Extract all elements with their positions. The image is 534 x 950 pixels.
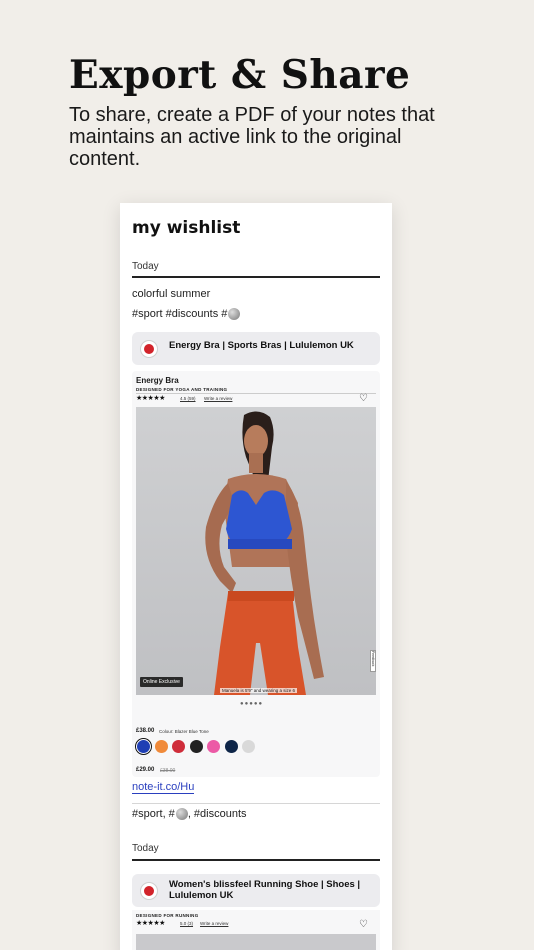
model-caption: Manuela is 5'9" and wearing a size 6	[220, 688, 297, 693]
product-tagline: DESIGNED FOR RUNNING	[136, 913, 199, 918]
hero-subtitle: To share, create a PDF of your notes tha…	[69, 104, 435, 170]
link-card[interactable]: Energy Bra | Sports Bras | Lululemon UK	[132, 332, 380, 365]
web-preview[interactable]: DESIGNED FOR RUNNING ★★★★★ 5.0 (3) Write…	[132, 910, 380, 950]
lululemon-logo-icon	[140, 340, 158, 358]
swatch-pink[interactable]	[207, 740, 220, 753]
note-text-line[interactable]: colorful summer	[132, 288, 210, 300]
product-name: Energy Bra	[136, 376, 179, 385]
date-header: Today	[132, 261, 159, 272]
date-divider	[132, 276, 380, 278]
separator	[132, 803, 380, 804]
hero-title: Export & Share	[69, 52, 411, 98]
lululemon-logo-icon	[140, 882, 158, 900]
mention-avatar-icon	[175, 808, 188, 820]
swatch-navy[interactable]	[224, 740, 238, 753]
rating-stars-icon: ★★★★★	[136, 395, 165, 402]
link-card-title[interactable]: Women's blissfeel Running Shoe | Shoes |…	[169, 879, 369, 901]
footer-tags-b[interactable]: , #discounts	[188, 808, 247, 820]
note-screen: my wishlist Today colorful summer #sport…	[120, 203, 392, 950]
sale-price: £29.00	[136, 767, 155, 773]
note-title[interactable]: my wishlist	[132, 218, 240, 238]
swatch-blue[interactable]	[137, 740, 150, 753]
colour-label: Colour: Blazer Blue Tone	[159, 729, 209, 734]
heart-icon[interactable]: ♡	[359, 919, 368, 930]
product-photo[interactable]	[136, 934, 376, 950]
mention-avatar-icon	[228, 308, 241, 320]
original-price: £38.00	[160, 768, 176, 774]
colour-swatches	[137, 740, 255, 753]
footer-tags-line[interactable]: #sport, # , #discounts	[132, 808, 247, 820]
rating-count[interactable]: 4.5 (59)	[180, 396, 196, 401]
online-exclusive-badge: Online Exclusive	[140, 677, 183, 687]
heart-icon[interactable]: ♡	[359, 393, 368, 404]
link-card-title[interactable]: Energy Bra | Sports Bras | Lululemon UK	[169, 340, 369, 351]
product-tagline: DESIGNED FOR YOGA AND TRAINING	[136, 387, 228, 392]
rating-count[interactable]: 5.0 (3)	[180, 921, 193, 926]
date-header: Today	[132, 843, 159, 854]
product-divider	[136, 393, 376, 394]
short-link[interactable]: note-it.co/Hu	[132, 781, 195, 794]
product-price: £38.00	[136, 728, 155, 734]
date-divider	[132, 859, 380, 861]
write-review-link[interactable]: Write a review	[200, 921, 228, 926]
swatch-black[interactable]	[189, 740, 203, 753]
note-tags-line[interactable]: #sport #discounts #	[132, 308, 241, 320]
feedback-tab[interactable]: Feedback	[370, 650, 376, 672]
swatch-grey[interactable]	[242, 740, 255, 753]
write-review-link[interactable]: Write a review	[204, 396, 232, 401]
tags-text[interactable]: #sport #discounts #	[132, 308, 227, 320]
swatch-orange[interactable]	[154, 740, 168, 753]
swatch-red[interactable]	[172, 740, 185, 753]
product-photo[interactable]: Online Exclusive Manuela is 5'9" and wea…	[136, 407, 376, 695]
model-illustration	[205, 411, 324, 695]
link-card[interactable]: Women's blissfeel Running Shoe | Shoes |…	[132, 874, 380, 907]
carousel-dots[interactable]: ●●●●●	[240, 701, 263, 707]
footer-tags-a[interactable]: #sport, #	[132, 808, 175, 820]
rating-stars-icon: ★★★★★	[136, 920, 165, 927]
web-preview[interactable]: Energy Bra DESIGNED FOR YOGA AND TRAININ…	[132, 371, 380, 777]
